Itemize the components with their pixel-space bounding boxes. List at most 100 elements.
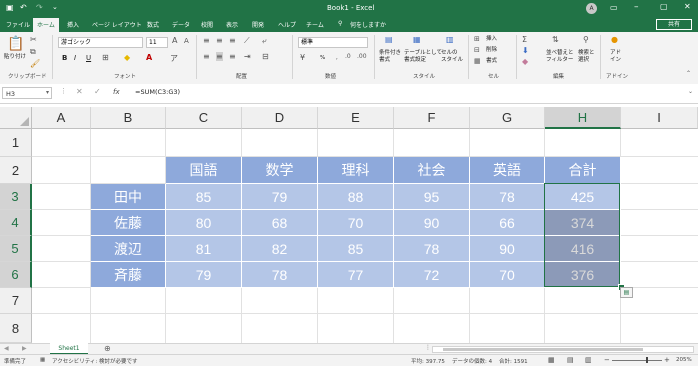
indent-icon[interactable]: ⇥ xyxy=(244,52,251,61)
row-header-3[interactable]: 3 xyxy=(0,184,32,210)
paste-icon[interactable]: 📋 xyxy=(7,36,24,52)
redo-icon[interactable]: ↷ xyxy=(36,3,43,12)
add-sheet-icon[interactable]: ⊕ xyxy=(104,344,111,353)
normal-view-icon[interactable]: ▦ xyxy=(548,356,555,364)
tell-me-box[interactable]: 何をしますか xyxy=(350,20,386,29)
column-header-i[interactable]: I xyxy=(621,107,698,129)
name-box[interactable]: H3 xyxy=(2,87,52,99)
autosum-icon[interactable]: Σ xyxy=(522,35,527,44)
clear-icon[interactable]: ◆ xyxy=(522,57,528,66)
score-cell[interactable]: 88 xyxy=(318,184,394,210)
tab-page-layout[interactable]: ページ レイアウト xyxy=(92,20,142,29)
tab-insert[interactable]: 挿入 xyxy=(67,20,79,29)
customize-toolbar-icon[interactable]: ⌄ xyxy=(52,3,58,11)
number-format-select[interactable]: 標準 xyxy=(298,37,368,48)
table-header-cell[interactable]: 社会 xyxy=(394,157,470,184)
student-name-cell[interactable]: 渡辺 xyxy=(91,236,166,262)
row-header-5[interactable]: 5 xyxy=(0,236,32,262)
comma-button[interactable]: , xyxy=(336,55,338,62)
percent-button[interactable]: % xyxy=(320,55,325,62)
underline-button[interactable]: U xyxy=(86,55,91,62)
decrease-decimal-icon[interactable]: .00 xyxy=(357,53,367,60)
insert-cells-icon[interactable]: ⊞ xyxy=(474,35,480,43)
score-cell[interactable]: 70 xyxy=(470,262,545,288)
conditional-format-button[interactable]: 条件付き 書式 xyxy=(379,50,401,64)
score-cell[interactable]: 80 xyxy=(166,210,242,236)
share-button[interactable]: 共有 xyxy=(656,19,692,30)
tab-review[interactable]: 校閲 xyxy=(201,20,213,29)
cell-styles-icon[interactable]: ▥ xyxy=(446,35,454,44)
column-header-b[interactable]: B xyxy=(91,107,166,129)
wrap-text-icon[interactable]: ⤶ xyxy=(262,36,266,46)
scrollbar-thumb[interactable] xyxy=(443,348,643,351)
minimize-icon[interactable]: – xyxy=(634,2,639,12)
macro-record-icon[interactable]: ▦ xyxy=(40,357,45,363)
enter-icon[interactable]: ✓ xyxy=(94,87,101,96)
addins-button[interactable]: アド イン xyxy=(610,50,621,64)
font-color-icon[interactable]: A xyxy=(146,53,152,62)
zoom-level[interactable]: 205% xyxy=(676,357,692,363)
addins-icon[interactable]: ● xyxy=(611,35,618,44)
ribbon-display-icon[interactable]: ▭ xyxy=(610,3,618,12)
name-box-dropdown-icon[interactable]: ▾ xyxy=(46,89,49,96)
row-header-1[interactable]: 1 xyxy=(0,129,32,157)
tab-data[interactable]: データ xyxy=(172,20,190,29)
find-select-button[interactable]: 検索と 選択 xyxy=(578,50,595,64)
delete-cells-button[interactable]: 削除 xyxy=(486,47,497,54)
undo-icon[interactable]: ↶ xyxy=(20,3,27,12)
insert-cells-button[interactable]: 挿入 xyxy=(486,36,497,43)
row-header-8[interactable]: 8 xyxy=(0,314,32,343)
score-cell[interactable]: 78 xyxy=(470,184,545,210)
tab-formulas[interactable]: 数式 xyxy=(147,20,159,29)
currency-icon[interactable]: ¥ xyxy=(300,53,305,62)
zoom-slider-thumb[interactable] xyxy=(646,357,648,363)
total-cell[interactable]: 416 xyxy=(545,236,621,262)
score-cell[interactable]: 79 xyxy=(166,262,242,288)
zoom-out-icon[interactable]: − xyxy=(604,356,610,364)
align-top-icon[interactable]: ≡ xyxy=(203,36,210,45)
score-cell[interactable]: 72 xyxy=(394,262,470,288)
find-select-icon[interactable]: ⚲ xyxy=(583,35,589,44)
shrink-font-icon[interactable]: A xyxy=(184,37,189,45)
table-header-cell[interactable]: 合計 xyxy=(545,157,621,184)
row-header-4[interactable]: 4 xyxy=(0,210,32,236)
close-icon[interactable]: ✕ xyxy=(684,2,691,11)
align-left-icon[interactable]: ≡ xyxy=(203,52,210,61)
sort-filter-button[interactable]: 並べ替えと フィルター xyxy=(546,50,574,64)
borders-icon[interactable]: ⊞ xyxy=(102,53,109,62)
format-as-table-button[interactable]: テーブルとして 書式設定 xyxy=(404,50,442,64)
cell-styles-button[interactable]: セルの スタイル xyxy=(441,50,463,64)
fill-color-icon[interactable]: ◆ xyxy=(124,53,130,62)
font-name-select[interactable]: 游ゴシック xyxy=(58,37,143,48)
fill-icon[interactable]: ⬇ xyxy=(522,46,529,55)
score-cell[interactable]: 77 xyxy=(318,262,394,288)
maximize-icon[interactable]: ▢ xyxy=(660,2,668,11)
tab-team[interactable]: チーム xyxy=(306,20,324,29)
score-cell[interactable]: 85 xyxy=(318,236,394,262)
align-right-icon[interactable]: ≡ xyxy=(229,52,236,61)
score-cell[interactable]: 82 xyxy=(242,236,318,262)
score-cell[interactable]: 81 xyxy=(166,236,242,262)
horizontal-scrollbar[interactable] xyxy=(432,346,694,353)
column-header-c[interactable]: C xyxy=(166,107,242,129)
italic-button[interactable]: I xyxy=(74,55,76,62)
merge-icon[interactable]: ⊟ xyxy=(262,52,269,61)
tab-home[interactable]: ホーム xyxy=(33,18,59,32)
delete-cells-icon[interactable]: ⊟ xyxy=(474,46,480,54)
increase-decimal-icon[interactable]: .0 xyxy=(345,53,351,60)
score-cell[interactable]: 78 xyxy=(394,236,470,262)
page-layout-view-icon[interactable]: ▤ xyxy=(567,356,574,364)
align-middle-icon[interactable]: ≡ xyxy=(216,36,223,45)
column-header-h[interactable]: H xyxy=(545,107,621,129)
tab-developer[interactable]: 開発 xyxy=(252,20,264,29)
format-cells-button[interactable]: 書式 xyxy=(486,58,497,65)
total-cell[interactable]: 425 xyxy=(545,184,621,210)
grow-font-icon[interactable]: A xyxy=(172,36,177,45)
cancel-icon[interactable]: ✕ xyxy=(76,87,83,96)
table-header-cell[interactable]: 英語 xyxy=(470,157,545,184)
table-header-cell[interactable]: 数学 xyxy=(242,157,318,184)
bold-button[interactable]: B xyxy=(62,55,67,62)
score-cell[interactable]: 90 xyxy=(470,236,545,262)
collapse-ribbon-icon[interactable]: ⌃ xyxy=(686,70,691,77)
align-bottom-icon[interactable]: ≡ xyxy=(229,36,236,45)
